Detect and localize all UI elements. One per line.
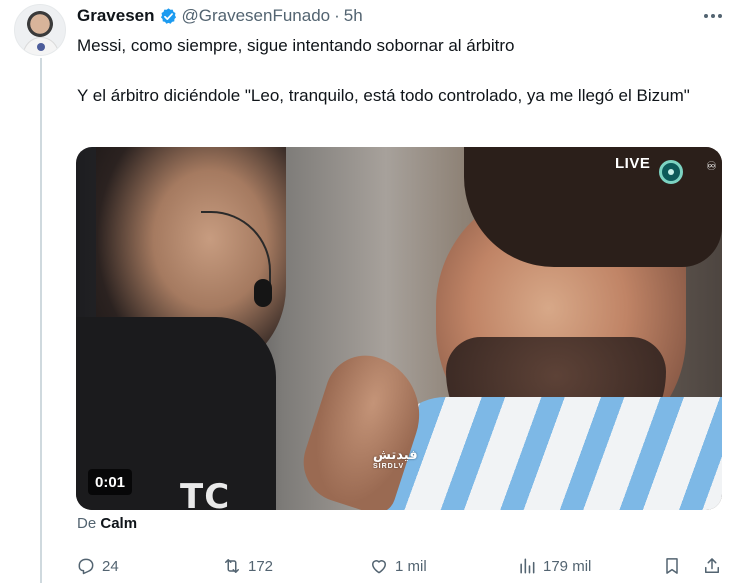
avatar[interactable] xyxy=(14,4,66,56)
watermark-subtext: SIRDLV xyxy=(373,463,405,470)
more-icon[interactable] xyxy=(700,6,726,26)
attribution-source[interactable]: Calm xyxy=(100,515,137,532)
thread-line xyxy=(40,58,42,583)
earpiece-mic xyxy=(254,279,272,307)
broadcaster-logo-icon xyxy=(659,160,683,184)
like-count: 1 mil xyxy=(395,557,427,575)
retweet-count: 172 xyxy=(248,557,274,575)
attribution-prefix: De xyxy=(77,515,97,532)
live-label: LIVE xyxy=(615,155,651,172)
user-handle[interactable]: @GravesenFunado xyxy=(182,6,331,26)
tweet-card[interactable]: Gravesen @GravesenFunado · 5h Messi, com… xyxy=(0,0,740,583)
player-shirt xyxy=(386,397,722,510)
video-duration: 0:01 xyxy=(88,469,133,495)
referee-shirt-text: TC xyxy=(180,477,231,510)
tweet-text: Messi, como siempre, sigue intentando so… xyxy=(77,33,727,108)
views-count: 179 mil xyxy=(543,557,592,575)
video-watermark: فيدتش SIRDLV xyxy=(373,447,418,470)
corner-logo-icon: ♾ xyxy=(706,159,717,173)
timestamp[interactable]: 5h xyxy=(344,6,363,26)
retweet-icon xyxy=(225,559,239,573)
like-icon xyxy=(372,560,386,574)
separator-dot: · xyxy=(334,6,340,25)
bookmark-button[interactable] xyxy=(662,553,682,579)
verified-badge-icon[interactable] xyxy=(159,7,178,26)
reply-button[interactable]: 24 xyxy=(76,553,119,579)
action-bar: 24 172 1 mil 179 mil xyxy=(0,553,740,579)
video-attribution: De Calm xyxy=(77,515,137,532)
tweet-text-line-1: Messi, como siempre, sigue intentando so… xyxy=(77,36,515,55)
display-name[interactable]: Gravesen xyxy=(77,6,155,26)
player-hair xyxy=(464,147,722,267)
reply-count: 24 xyxy=(102,557,119,575)
avatar-crest xyxy=(37,43,45,51)
retweet-button[interactable]: 172 xyxy=(222,553,273,579)
views-button[interactable]: 179 mil xyxy=(517,553,591,579)
share-icon xyxy=(705,558,719,573)
like-button[interactable]: 1 mil xyxy=(369,553,427,579)
bookmark-icon xyxy=(666,558,678,574)
video-player[interactable]: TC LIVE ♾ فيدتش SIRDLV 0:01 xyxy=(76,147,722,510)
share-button[interactable] xyxy=(702,553,722,579)
reply-icon xyxy=(78,558,94,575)
tweet-header: Gravesen @GravesenFunado · 5h xyxy=(77,4,363,28)
watermark-text: فيدتش xyxy=(373,447,418,462)
tweet-text-line-2: Y el árbitro diciéndole "Leo, tranquilo,… xyxy=(77,86,690,105)
views-icon xyxy=(520,558,535,574)
